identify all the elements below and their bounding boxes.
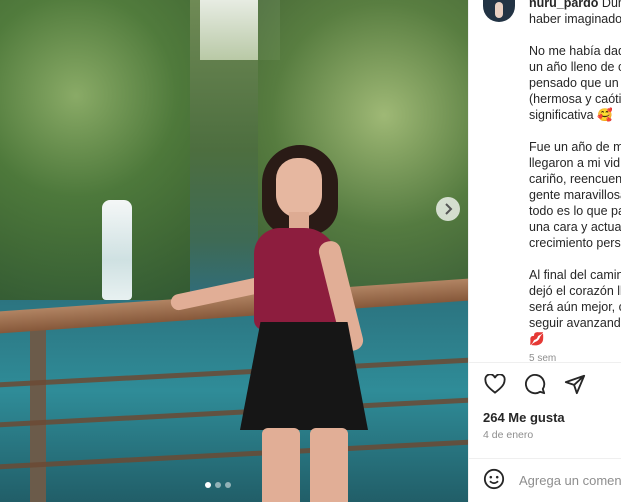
comment-icon (525, 374, 546, 395)
carousel-dot[interactable] (215, 482, 221, 488)
emoji-button[interactable] (483, 468, 507, 492)
carousel-dots (205, 482, 231, 488)
comment-input[interactable] (519, 470, 621, 490)
chevron-right-icon (445, 203, 453, 215)
carousel-next-button[interactable] (436, 197, 460, 221)
avatar[interactable] (483, 0, 515, 22)
share-button[interactable] (563, 372, 587, 396)
username-link[interactable]: nuru_pardo (529, 0, 598, 10)
comment-button[interactable] (523, 372, 547, 396)
post-date: 4 de enero (483, 429, 534, 441)
foliage-left (0, 0, 190, 320)
railing-post (30, 330, 46, 502)
likes-count[interactable]: 264 Me gusta (483, 410, 565, 425)
divider (469, 458, 621, 459)
carousel-dot[interactable] (225, 482, 231, 488)
action-bar (483, 372, 587, 396)
person-face (276, 158, 322, 218)
carousel-dot-active[interactable] (205, 482, 211, 488)
caption-body: Dum haber imaginado No me había dad un a… (529, 0, 621, 346)
person-skirt (240, 322, 368, 430)
divider (469, 362, 621, 363)
post-sidebar: nuru_pardo Dum haber imaginado No me hab… (468, 0, 621, 502)
caption-text: nuru_pardo Dum haber imaginado No me hab… (529, 0, 621, 347)
person-leg-right (310, 428, 348, 502)
emoji-icon (483, 468, 505, 490)
heart-icon (484, 374, 506, 394)
person-leg-left (262, 428, 300, 502)
send-icon (564, 374, 586, 395)
caption-time-ago[interactable]: 5 sem (529, 353, 556, 362)
caption-area: nuru_pardo Dum haber imaginado No me hab… (469, 0, 621, 362)
comment-row (469, 460, 621, 502)
waterfall (102, 200, 132, 300)
like-button[interactable] (483, 372, 507, 396)
post-photo[interactable] (0, 0, 468, 502)
